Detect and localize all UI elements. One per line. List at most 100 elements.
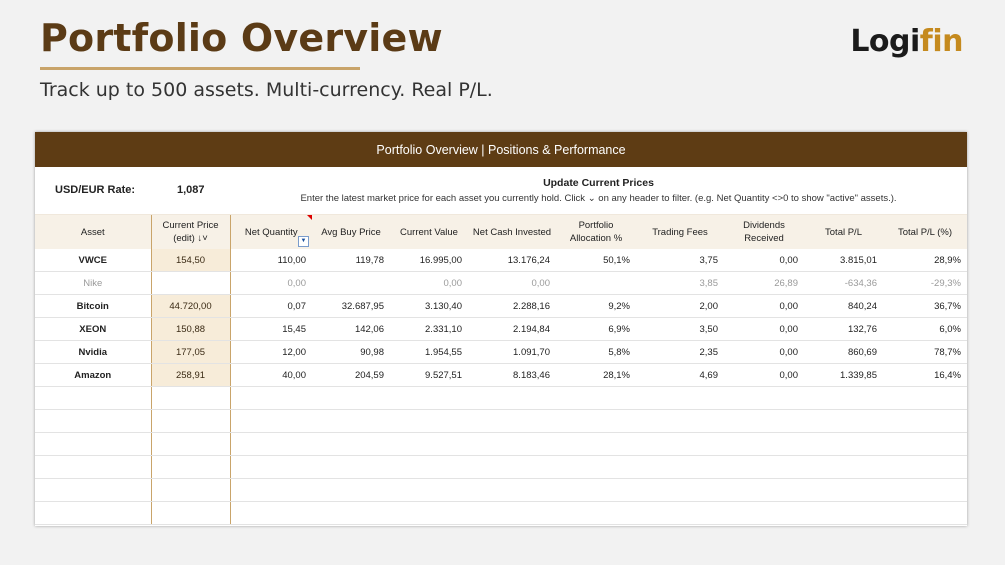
avg-buy-price-cell[interactable] [312,271,390,295]
current-price-cell[interactable]: 44.720,00 [151,294,231,318]
page-subtitle: Track up to 500 assets. Multi-currency. … [40,79,493,101]
table-row: Nvidia 177,05 12,00 90,98 1.954,55 1.091… [35,340,967,364]
empty-row [35,409,967,433]
empty-row [35,386,967,410]
trading-fees-cell[interactable]: 3,85 [636,271,724,295]
avg-buy-price-cell[interactable]: 204,59 [312,363,390,387]
net-cash-invested-cell[interactable]: 2.288,16 [468,294,556,318]
trading-fees-cell[interactable]: 2,00 [636,294,724,318]
allocation-cell[interactable] [556,271,636,295]
col-header-total-pl[interactable]: Total P/L [804,215,883,249]
col-header-total-pl-pct[interactable]: Total P/L (%) [883,215,967,249]
total-pl-cell[interactable]: 840,24 [804,294,883,318]
net-quantity-cell[interactable]: 110,00 [230,249,312,272]
current-price-cell[interactable]: 150,88 [151,317,231,341]
total-pl-cell[interactable]: 3.815,01 [804,249,883,272]
trading-fees-cell[interactable]: 2,35 [636,340,724,364]
col-header-trading-fees[interactable]: Trading Fees [636,215,724,249]
asset-cell[interactable]: Amazon [35,363,152,387]
current-price-cell[interactable]: 258,91 [151,363,231,387]
asset-cell[interactable]: XEON [35,317,152,341]
allocation-cell[interactable]: 6,9% [556,317,636,341]
asset-cell[interactable]: VWCE [35,249,152,272]
dividends-cell[interactable]: 0,00 [724,340,804,364]
empty-row [35,455,967,479]
net-cash-invested-cell[interactable]: 1.091,70 [468,340,556,364]
dividends-cell[interactable]: 0,00 [724,363,804,387]
col-header-asset[interactable]: Asset [35,215,152,249]
current-price-cell[interactable]: 177,05 [151,340,231,364]
avg-buy-price-cell[interactable]: 142,06 [312,317,390,341]
empty-row [35,432,967,456]
total-pl-cell[interactable]: 132,76 [804,317,883,341]
net-quantity-cell[interactable]: 40,00 [230,363,312,387]
current-value-cell[interactable]: 3.130,40 [390,294,468,318]
logo-text-main: Logi [850,24,920,59]
trading-fees-cell[interactable]: 3,50 [636,317,724,341]
col-header-avg-buy-price[interactable]: Avg Buy Price [312,215,390,249]
current-price-cell[interactable] [151,271,231,295]
current-price-cell[interactable]: 154,50 [151,249,231,272]
header-row: Asset Current Price (edit) ↓˅ Net Quanti… [35,215,967,249]
net-quantity-cell[interactable]: 0,07 [230,294,312,318]
col-header-net-quantity[interactable]: Net Quantity ▼ [230,215,312,249]
col-header-portfolio-allocation[interactable]: Portfolio Allocation % [556,215,636,249]
current-value-cell[interactable]: 1.954,55 [390,340,468,364]
allocation-cell[interactable]: 5,8% [556,340,636,364]
trading-fees-cell[interactable]: 3,75 [636,249,724,272]
asset-cell[interactable]: Bitcoin [35,294,152,318]
total-pl-pct-cell[interactable]: -29,3% [883,271,967,295]
current-value-cell[interactable]: 16.995,00 [390,249,468,272]
avg-buy-price-cell[interactable]: 32.687,95 [312,294,390,318]
table-row: Nike 0,00 0,00 0,00 3,85 26,89 -634,36 -… [35,271,967,295]
net-quantity-cell[interactable]: 0,00 [230,271,312,295]
table-row: XEON 150,88 15,45 142,06 2.331,10 2.194,… [35,317,967,341]
page-title: Portfolio Overview [40,16,443,60]
logifin-logo: Logifin [850,24,963,59]
net-cash-invested-cell[interactable]: 2.194,84 [468,317,556,341]
net-quantity-cell[interactable]: 15,45 [230,317,312,341]
total-pl-cell[interactable]: -634,36 [804,271,883,295]
net-cash-invested-cell[interactable]: 13.176,24 [468,249,556,272]
spreadsheet: Portfolio Overview | Positions & Perform… [35,132,967,526]
allocation-cell[interactable]: 28,1% [556,363,636,387]
filter-dropdown-icon[interactable]: ▼ [298,236,309,247]
total-pl-pct-cell[interactable]: 16,4% [883,363,967,387]
col-header-current-price[interactable]: Current Price (edit) ↓˅ [151,215,231,249]
total-pl-cell[interactable]: 860,69 [804,340,883,364]
asset-cell[interactable]: Nvidia [35,340,152,364]
dividends-cell[interactable]: 26,89 [724,271,804,295]
dividends-cell[interactable]: 0,00 [724,249,804,272]
net-cash-invested-cell[interactable]: 8.183,46 [468,363,556,387]
total-pl-pct-cell[interactable]: 78,7% [883,340,967,364]
current-value-cell[interactable]: 2.331,10 [390,317,468,341]
trading-fees-cell[interactable]: 4,69 [636,363,724,387]
total-pl-pct-cell[interactable]: 28,9% [883,249,967,272]
total-pl-pct-cell[interactable]: 6,0% [883,317,967,341]
title-underline [40,67,360,70]
current-value-cell[interactable]: 0,00 [390,271,468,295]
total-pl-cell[interactable]: 1.339,85 [804,363,883,387]
col-header-dividends-received[interactable]: Dividends Received [724,215,804,249]
avg-buy-price-cell[interactable]: 90,98 [312,340,390,364]
empty-row [35,478,967,502]
current-value-cell[interactable]: 9.527,51 [390,363,468,387]
empty-row [35,501,967,525]
dividends-cell[interactable]: 0,00 [724,294,804,318]
avg-buy-price-cell[interactable]: 119,78 [312,249,390,272]
total-pl-pct-cell[interactable]: 36,7% [883,294,967,318]
col-header-net-cash-invested[interactable]: Net Cash Invested [468,215,556,249]
usd-eur-value[interactable]: 1,087 [177,184,205,196]
col-header-current-value[interactable]: Current Value [390,215,468,249]
net-quantity-cell[interactable]: 12,00 [230,340,312,364]
allocation-cell[interactable]: 50,1% [556,249,636,272]
update-prices-description: Enter the latest market price for each a… [300,193,897,204]
logo-text-accent: fin [919,24,964,59]
dividends-cell[interactable]: 0,00 [724,317,804,341]
col-header-current-price-label: Current Price (edit) ↓˅ [162,220,219,244]
allocation-cell[interactable]: 9,2% [556,294,636,318]
info-row: USD/EUR Rate: 1,087 Update Current Price… [35,167,967,215]
update-prices-title: Update Current Prices [543,177,654,189]
asset-cell[interactable]: Nike [35,271,152,295]
net-cash-invested-cell[interactable]: 0,00 [468,271,556,295]
